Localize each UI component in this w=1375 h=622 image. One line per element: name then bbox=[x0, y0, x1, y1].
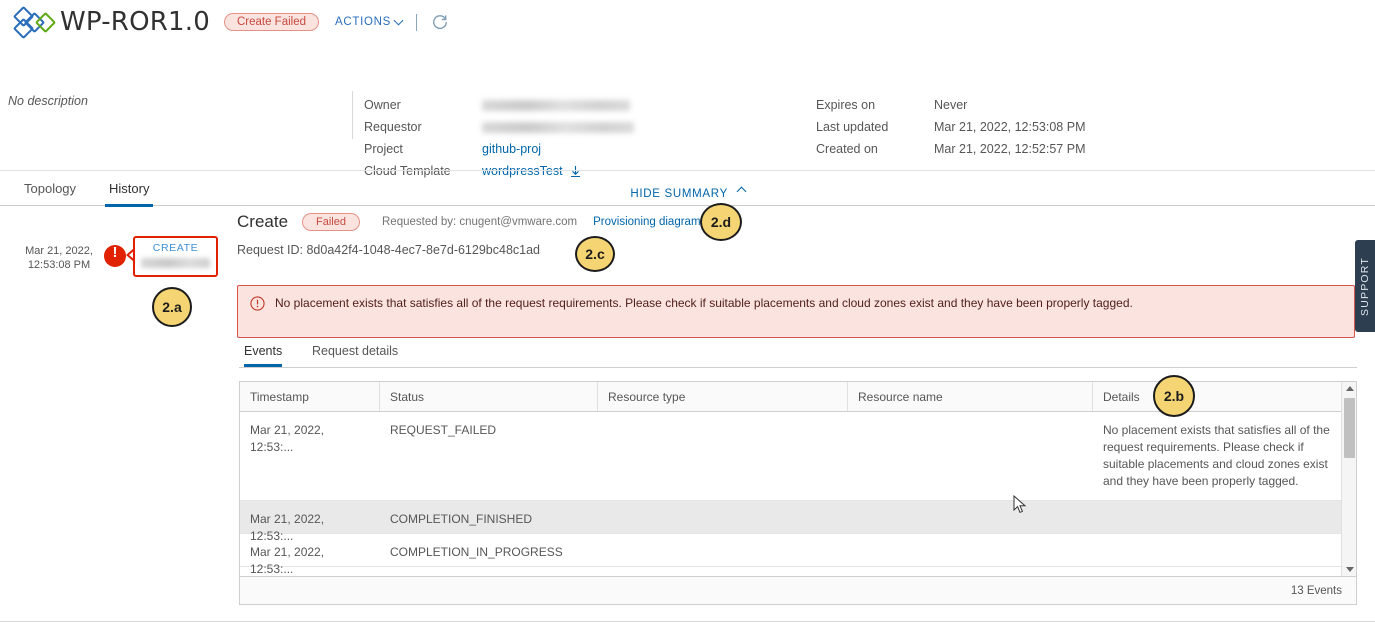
request-id-text: Request ID: 8d0a42f4-1048-4ec7-8e7d-6129… bbox=[237, 243, 541, 257]
table-scrollbar[interactable] bbox=[1341, 382, 1356, 576]
tab-events[interactable]: Events bbox=[244, 344, 283, 367]
main-tabs: Topology History bbox=[0, 175, 1375, 207]
cell-resource-type bbox=[598, 501, 848, 533]
error-exclamation-icon bbox=[104, 244, 126, 267]
last-updated-label: Last updated bbox=[816, 120, 889, 134]
callout-2d: 2.d bbox=[700, 203, 742, 241]
timeline-timestamp-date: Mar 21, 2022, bbox=[25, 245, 93, 257]
header-separator bbox=[0, 170, 1375, 171]
timeline-create-card[interactable]: CREATE bbox=[133, 236, 218, 277]
table-row[interactable]: Mar 21, 2022, 12:53:... COMPLETION_IN_PR… bbox=[240, 534, 1356, 576]
timeline-card-title: CREATE bbox=[152, 242, 199, 254]
cell-status: COMPLETION_FINISHED bbox=[390, 512, 533, 526]
error-alert-message: No placement exists that satisfies all o… bbox=[275, 296, 1133, 310]
cell-details bbox=[1093, 534, 1343, 566]
cell-timestamp: Mar 21, 2022, 12:53:... bbox=[250, 545, 325, 576]
refresh-icon[interactable] bbox=[431, 13, 449, 31]
summary-field-requestor: Requestor bbox=[364, 116, 634, 138]
chevron-down-icon bbox=[393, 15, 404, 26]
scrollbar-thumb[interactable] bbox=[1344, 398, 1355, 458]
owner-label: Owner bbox=[364, 98, 401, 112]
request-title-row: Create Failed Requested by: cnugent@vmwa… bbox=[237, 212, 1353, 232]
summary-left-column: Owner Requestor Project github-proj Clou… bbox=[364, 94, 634, 182]
events-count: 13 Events bbox=[1290, 584, 1342, 597]
cell-details bbox=[1093, 501, 1343, 533]
tab-history[interactable]: History bbox=[105, 175, 154, 207]
cell-timestamp: Mar 21, 2022, 12:53:... bbox=[250, 423, 325, 454]
callout-2c: 2.c bbox=[575, 236, 615, 272]
cell-resource-type bbox=[598, 534, 848, 566]
summary-field-last-updated: Last updated Mar 21, 2022, 12:53:08 PM bbox=[816, 116, 1085, 138]
project-link[interactable]: github-proj bbox=[482, 142, 541, 156]
cell-resource-name bbox=[848, 501, 1093, 533]
actions-menu[interactable]: ACTIONS bbox=[335, 15, 404, 28]
callout-2a: 2.a bbox=[152, 287, 192, 327]
column-header-timestamp[interactable]: Timestamp bbox=[240, 382, 380, 411]
table-footer: 13 Events bbox=[240, 576, 1356, 604]
provisioning-diagram-link[interactable]: Provisioning diagram bbox=[593, 216, 700, 228]
tab-request-details[interactable]: Request details bbox=[312, 344, 398, 364]
summary-section: No description Owner Requestor Project g… bbox=[0, 44, 1375, 200]
requestor-label: Requestor bbox=[364, 120, 422, 134]
page-title: WP-ROR1.0 bbox=[60, 7, 210, 37]
timeline-timestamp-time: 12:53:08 PM bbox=[27, 259, 91, 271]
events-table: Timestamp Status Resource type Resource … bbox=[239, 381, 1357, 605]
description-text: No description bbox=[8, 94, 88, 108]
scroll-up-arrow-icon[interactable] bbox=[1346, 386, 1354, 391]
page-header: WP-ROR1.0 Create Failed ACTIONS bbox=[0, 0, 1375, 44]
header-divider bbox=[416, 13, 418, 31]
summary-field-created-on: Created on Mar 21, 2022, 12:52:57 PM bbox=[816, 138, 1085, 160]
column-header-details[interactable]: Details bbox=[1093, 382, 1343, 411]
summary-field-expires-on: Expires on Never bbox=[816, 94, 1085, 116]
detail-tabs: Events Request details bbox=[239, 344, 1357, 368]
owner-value-redacted bbox=[482, 99, 630, 111]
support-label: SUPPORT bbox=[1359, 256, 1371, 316]
expires-on-value: Never bbox=[934, 98, 968, 112]
created-on-label: Created on bbox=[816, 142, 878, 156]
column-header-resource-type[interactable]: Resource type bbox=[598, 382, 848, 411]
timeline-card-subtitle-redacted bbox=[141, 258, 210, 268]
column-header-resource-name[interactable]: Resource name bbox=[848, 382, 1093, 411]
summary-field-owner: Owner bbox=[364, 94, 634, 116]
scroll-down-arrow-icon[interactable] bbox=[1346, 567, 1354, 572]
cell-status: COMPLETION_IN_PROGRESS bbox=[390, 545, 563, 559]
requested-by-text: Requested by: cnugent@vmware.com bbox=[382, 216, 578, 228]
tab-topology[interactable]: Topology bbox=[20, 175, 80, 204]
cell-status: REQUEST_FAILED bbox=[390, 423, 497, 437]
callout-2b: 2.b bbox=[1153, 375, 1195, 417]
cell-resource-name bbox=[848, 534, 1093, 566]
requestor-value-redacted bbox=[482, 121, 634, 133]
request-status-badge: Failed bbox=[302, 213, 360, 231]
column-header-status[interactable]: Status bbox=[380, 382, 598, 411]
request-detail-header: Create Failed Requested by: cnugent@vmwa… bbox=[237, 212, 1353, 257]
request-details-page: WP-ROR1.0 Create Failed ACTIONS No descr… bbox=[0, 0, 1375, 622]
summary-field-project: Project github-proj bbox=[364, 138, 634, 160]
timeline-timestamp: Mar 21, 2022, 12:53:08 PM bbox=[20, 244, 98, 272]
cell-resource-name bbox=[848, 412, 1093, 500]
support-tab[interactable]: SUPPORT bbox=[1355, 240, 1375, 332]
mouse-cursor-icon bbox=[1013, 495, 1027, 514]
last-updated-value: Mar 21, 2022, 12:53:08 PM bbox=[934, 120, 1086, 134]
actions-label: ACTIONS bbox=[335, 16, 392, 28]
cell-details: No placement exists that satisfies all o… bbox=[1103, 423, 1330, 488]
cell-timestamp: Mar 21, 2022, 12:53:... bbox=[250, 512, 325, 543]
expires-on-label: Expires on bbox=[816, 98, 876, 112]
error-alert-banner: No placement exists that satisfies all o… bbox=[237, 285, 1355, 338]
table-body: Mar 21, 2022, 12:53:... REQUEST_FAILED N… bbox=[240, 412, 1356, 582]
vmware-aria-logo-icon bbox=[12, 5, 57, 40]
created-on-value: Mar 21, 2022, 12:52:57 PM bbox=[934, 142, 1086, 156]
table-row[interactable]: Mar 21, 2022, 12:53:... COMPLETION_FINIS… bbox=[240, 501, 1356, 543]
status-badge: Create Failed bbox=[223, 13, 319, 31]
project-label: Project bbox=[364, 142, 403, 156]
error-circle-icon bbox=[250, 296, 265, 311]
summary-divider bbox=[352, 91, 353, 139]
summary-right-column: Expires on Never Last updated Mar 21, 20… bbox=[816, 94, 1085, 160]
cell-resource-type bbox=[598, 412, 848, 500]
request-title: Create bbox=[237, 212, 289, 231]
table-row[interactable]: Mar 21, 2022, 12:53:... REQUEST_FAILED N… bbox=[240, 412, 1356, 501]
